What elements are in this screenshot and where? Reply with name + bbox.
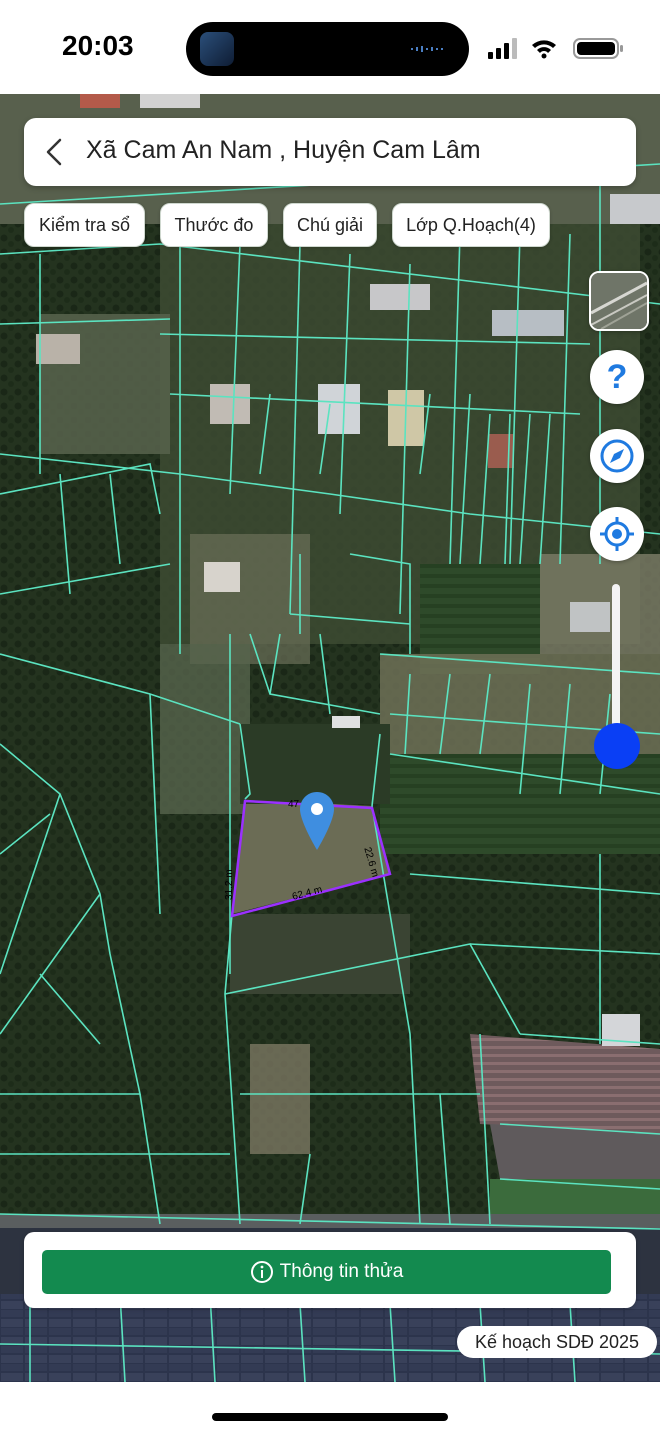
satellite-layer-icon xyxy=(591,273,647,329)
now-playing-thumbnail xyxy=(200,32,234,66)
chip-chu-giai[interactable]: Chú giải xyxy=(283,203,377,247)
compass-button[interactable] xyxy=(590,429,644,483)
zoom-slider-thumb[interactable] xyxy=(594,723,640,769)
dynamic-island xyxy=(186,22,469,76)
back-chevron-left-icon[interactable] xyxy=(40,136,70,168)
status-bar: 20:03 xyxy=(0,0,660,94)
location-header: Xã Cam An Nam , Huyện Cam Lâm xyxy=(24,118,636,186)
map-canvas[interactable] xyxy=(0,94,660,1382)
parcel-info-button[interactable]: Thông tin thửa xyxy=(42,1250,611,1294)
cellular-signal-icon xyxy=(488,38,517,59)
chip-thuoc-do[interactable]: Thước đo xyxy=(160,203,268,247)
compass-icon xyxy=(600,439,634,473)
land-use-plan-badge[interactable]: Kế hoạch SDĐ 2025 xyxy=(457,1326,657,1358)
help-button[interactable]: ? xyxy=(590,350,644,404)
wifi-icon xyxy=(532,40,556,59)
status-time: 20:03 xyxy=(62,30,134,61)
home-indicator[interactable] xyxy=(212,1413,448,1421)
satellite-map[interactable]: 47 22.6 m 62.4 m 31.2 m xyxy=(0,94,660,1382)
audio-wave-icon xyxy=(411,46,443,52)
satellite-layer-button[interactable] xyxy=(589,271,649,331)
info-icon xyxy=(250,1261,273,1283)
battery-icon xyxy=(573,38,623,59)
parcel-info-label: Thông tin thửa xyxy=(279,1261,404,1282)
chip-lop-quy-hoach[interactable]: Lớp Q.Hoạch(4) xyxy=(392,203,550,247)
chip-kiem-tra-so[interactable]: Kiểm tra sổ xyxy=(24,203,145,247)
map-pin-icon[interactable] xyxy=(298,790,336,854)
locate-icon xyxy=(600,517,634,551)
parcel-dimension-left: 31.2 m xyxy=(224,869,235,900)
location-title: Xã Cam An Nam , Huyện Cam Lâm xyxy=(86,136,481,164)
status-icons xyxy=(488,38,623,59)
locate-button[interactable] xyxy=(590,507,644,561)
help-icon: ? xyxy=(606,358,628,396)
